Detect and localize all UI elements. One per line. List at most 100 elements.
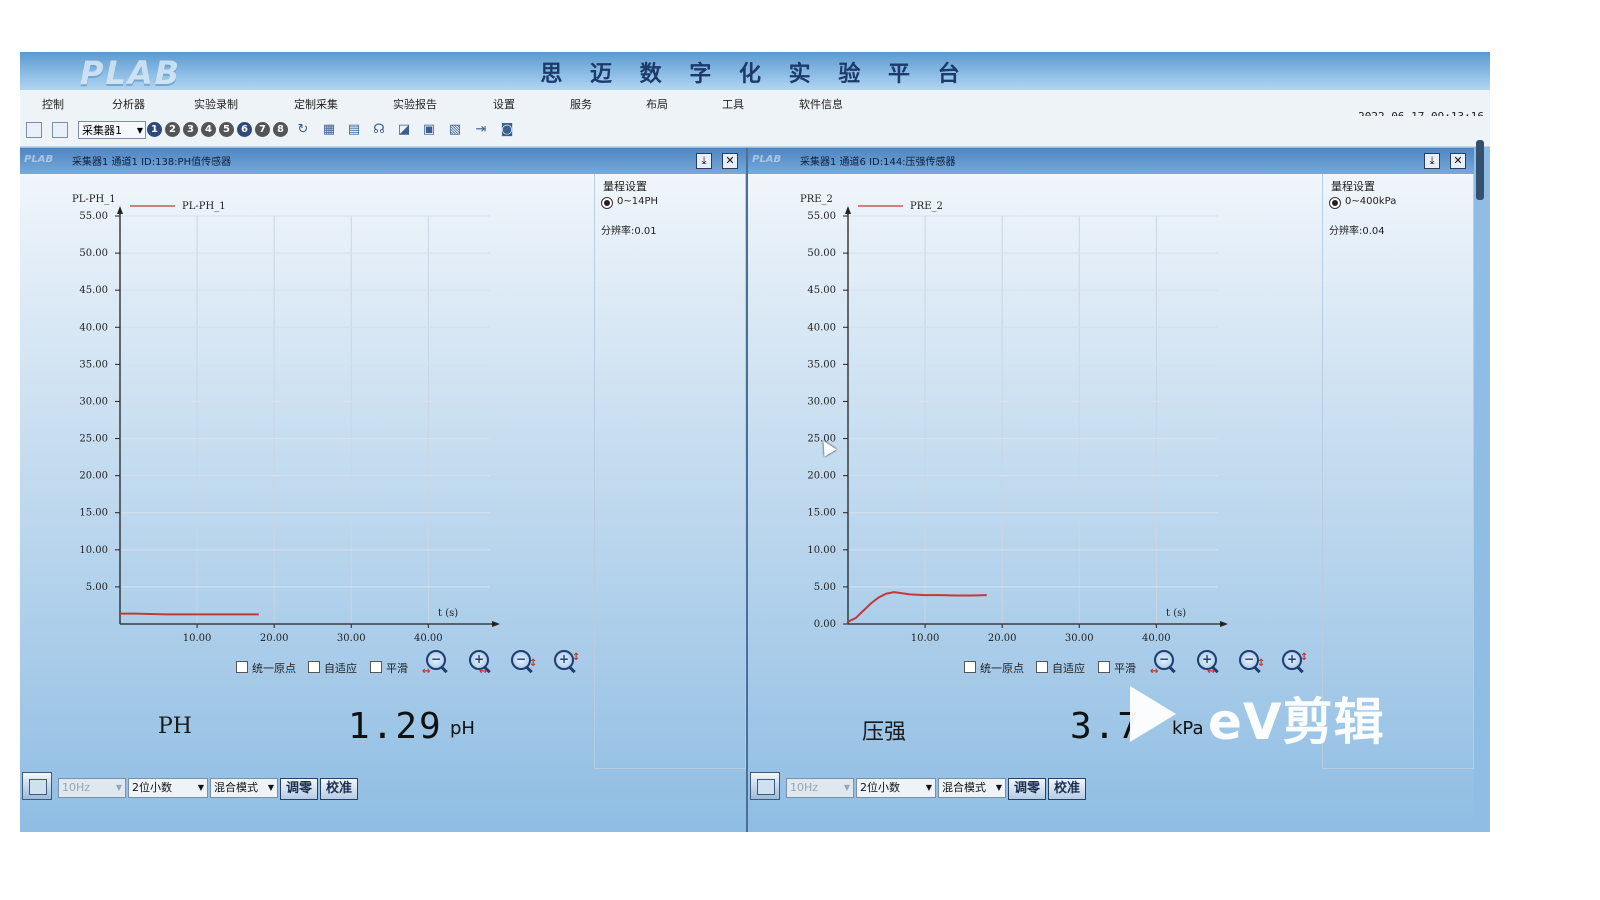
ph-chart: 5.00 10.00 15.00 20.00 25.00 30.00 35.00 40.00 4…: [72, 194, 500, 644]
range-option: 0~400kPa: [1345, 196, 1397, 207]
menu-report[interactable]: 实验报告: [393, 96, 437, 112]
display-toggle-button[interactable]: [750, 772, 780, 800]
panel-logo: PLAB: [24, 154, 54, 165]
zoom-out-y-icon[interactable]: − ↕: [1237, 648, 1265, 676]
y-tick-label: 30.00: [807, 396, 836, 407]
reading-label: 压强: [862, 720, 907, 745]
unify-origin-checkbox[interactable]: 统一原点: [236, 660, 296, 676]
channel-6-button[interactable]: 6: [237, 122, 252, 137]
range-option: 0~14PH: [617, 196, 659, 207]
panel-title: 采集器1 通道6 ID:144:压强传感器: [800, 157, 956, 168]
export-panel-button[interactable]: ⤓: [1424, 153, 1440, 169]
resolution-label: 分辨率:0.04: [1329, 226, 1385, 237]
channel-1-button[interactable]: 1: [147, 122, 162, 137]
x-tick-label: 40.00: [1142, 633, 1171, 644]
menu-bar: 控制 分析器 实验录制 定制采集 实验报告 设置 服务 布局 工具 软件信息: [20, 90, 1490, 116]
smooth-checkbox[interactable]: 平滑: [1098, 660, 1136, 676]
chevron-down-icon: ▼: [843, 783, 850, 792]
zoom-in-x-icon[interactable]: + ↔: [467, 648, 495, 677]
range-radio[interactable]: [1329, 197, 1341, 209]
x-tick-label: 10.00: [911, 633, 940, 644]
menu-layout[interactable]: 布局: [646, 96, 668, 112]
checkbox-label: 统一原点: [252, 662, 296, 675]
zoom-in-x-icon[interactable]: + ↔: [1195, 648, 1223, 677]
checkbox-label: 平滑: [386, 662, 408, 675]
y-tick-label: 40.00: [807, 322, 836, 333]
x-tick-label: 20.00: [988, 633, 1017, 644]
menu-about[interactable]: 软件信息: [799, 96, 843, 112]
grid-icon[interactable]: ▦: [320, 121, 338, 139]
export-icon[interactable]: ⇥: [472, 121, 490, 139]
zero-button[interactable]: 调零: [280, 778, 318, 800]
decimals-select[interactable]: 2位小数 ▼: [856, 778, 936, 798]
close-panel-button[interactable]: ✕: [722, 153, 738, 169]
stop-icon[interactable]: [52, 122, 68, 138]
zoom-out-x-icon[interactable]: − ↔: [422, 648, 452, 677]
scrollbar[interactable]: [1476, 140, 1484, 200]
range-radio[interactable]: [601, 197, 613, 209]
menu-tools[interactable]: 工具: [722, 96, 744, 112]
menu-record[interactable]: 实验录制: [194, 96, 238, 112]
chevron-down-icon: ▼: [995, 783, 1002, 792]
channel-2-button[interactable]: 2: [165, 122, 180, 137]
zoom-in-y-icon[interactable]: + ↕: [1280, 648, 1308, 676]
mode-select[interactable]: 混合模式 ▼: [938, 778, 1006, 798]
save-icon[interactable]: ▧: [446, 121, 464, 139]
new-icon[interactable]: [26, 122, 42, 138]
close-panel-button[interactable]: ✕: [1450, 153, 1466, 169]
chart-icon[interactable]: ◪: [395, 121, 413, 139]
rate-select[interactable]: 10Hz ▼: [58, 778, 126, 798]
mode-select[interactable]: 混合模式 ▼: [210, 778, 278, 798]
zoom-out-y-icon[interactable]: − ↕: [509, 648, 537, 676]
y-tick-label: 45.00: [807, 285, 836, 296]
rate-select[interactable]: 10Hz ▼: [786, 778, 854, 798]
analysis-icon[interactable]: ☊: [370, 121, 388, 139]
menu-custom-collect[interactable]: 定制采集: [294, 96, 338, 112]
zero-button[interactable]: 调零: [1008, 778, 1046, 800]
toolbar: 采集器1 ▼ 1 2 3 4 5 6 7 8 ↻ ▦ ▤ ☊ ◪ ▣ ▧ ⇥ ◙: [20, 116, 1490, 147]
window-icon[interactable]: ▣: [420, 121, 438, 139]
calibrate-button[interactable]: 校准: [320, 778, 358, 800]
channel-4-button[interactable]: 4: [201, 122, 216, 137]
collector-select-value: 采集器1: [82, 124, 122, 137]
calibrate-button[interactable]: 校准: [1048, 778, 1086, 800]
decimals-select[interactable]: 2位小数 ▼: [128, 778, 208, 798]
channel-5-button[interactable]: 5: [219, 122, 234, 137]
y-tick-label: 40.00: [79, 322, 108, 333]
y-tick-label: 35.00: [807, 359, 836, 370]
range-title: 量程设置: [603, 180, 647, 193]
menu-analyzer[interactable]: 分析器: [112, 96, 145, 112]
collector-select[interactable]: 采集器1 ▼: [78, 121, 146, 139]
refresh-icon[interactable]: ↻: [294, 121, 312, 139]
rate-value: 10Hz: [790, 781, 819, 794]
x-axis-arrow: [492, 621, 500, 627]
export-panel-button[interactable]: ⤓: [696, 153, 712, 169]
x-tick-label: 30.00: [1065, 633, 1094, 644]
auto-fit-checkbox[interactable]: 自适应: [308, 660, 357, 676]
panel-title: 采集器1 通道1 ID:138:PH值传感器: [72, 157, 232, 168]
display-toggle-button[interactable]: [22, 772, 52, 800]
y-axis-label: PRE_2: [800, 194, 833, 205]
menu-service[interactable]: 服务: [570, 96, 592, 112]
zoom-in-y-icon[interactable]: + ↕: [552, 648, 580, 676]
y-tick-label: 20.00: [79, 471, 108, 482]
menu-control[interactable]: 控制: [42, 96, 64, 112]
channel-8-button[interactable]: 8: [273, 122, 288, 137]
chevron-down-icon: ▼: [115, 783, 122, 792]
channel-3-button[interactable]: 3: [183, 122, 198, 137]
menu-settings[interactable]: 设置: [493, 96, 515, 112]
reading-value: 1.29: [348, 706, 443, 747]
zoom-out-x-icon[interactable]: − ↔: [1150, 648, 1180, 677]
reading-unit: pH: [450, 718, 475, 739]
auto-fit-checkbox[interactable]: 自适应: [1036, 660, 1085, 676]
y-axis-label: PL-PH_1: [72, 194, 116, 205]
table-icon[interactable]: ▤: [345, 121, 363, 139]
unify-origin-checkbox[interactable]: 统一原点: [964, 660, 1024, 676]
panel-bottom-bar: 10Hz ▼ 2位小数 ▼ 混合模式 ▼ 调零 校准: [748, 768, 1474, 806]
y-tick-label: 20.00: [807, 471, 836, 482]
channel-7-button[interactable]: 7: [255, 122, 270, 137]
camera-icon[interactable]: ◙: [498, 121, 516, 139]
y-tick-label: 10.00: [79, 545, 108, 556]
smooth-checkbox[interactable]: 平滑: [370, 660, 408, 676]
y-tick-label: 30.00: [79, 396, 108, 407]
